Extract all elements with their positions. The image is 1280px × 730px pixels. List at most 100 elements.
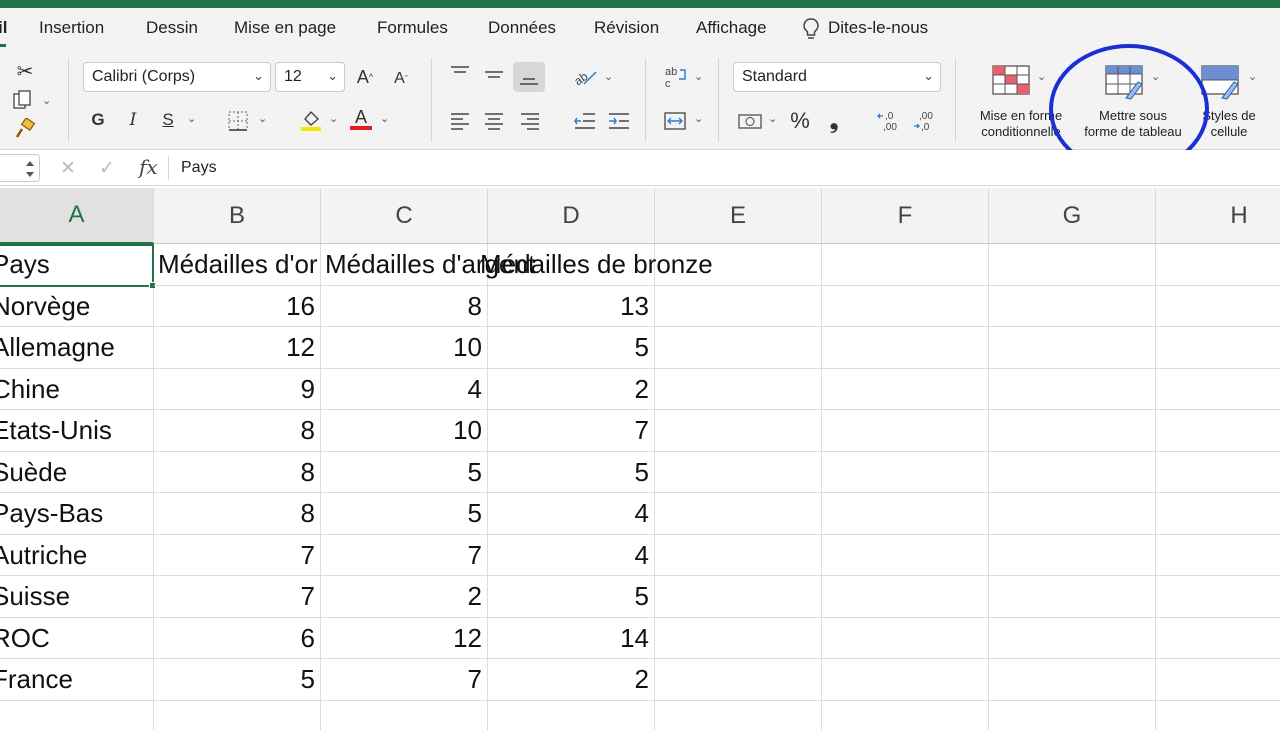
cell[interactable]: 7 — [154, 576, 321, 618]
merge-dropdown-chevron-icon[interactable]: ⌄ — [694, 112, 703, 125]
cell[interactable]: 12 — [154, 327, 321, 369]
italic-button[interactable]: I — [123, 108, 143, 132]
tab-tell-me[interactable]: Dites-le-nous — [828, 18, 928, 38]
cell[interactable]: 2 — [488, 659, 655, 701]
cell[interactable]: Médailles d'or — [154, 244, 321, 286]
cell[interactable]: 5 — [488, 576, 655, 618]
orientation-dropdown-chevron-icon[interactable]: ⌄ — [604, 70, 613, 83]
column-header-b[interactable]: B — [154, 188, 321, 244]
conditional-formatting-icon[interactable] — [991, 64, 1031, 96]
cell[interactable] — [655, 659, 822, 701]
font-color-dropdown-chevron-icon[interactable]: ⌄ — [380, 112, 389, 125]
column-header-c[interactable]: C — [321, 188, 488, 244]
column-header-f[interactable]: F — [822, 188, 989, 244]
cond-format-dropdown-chevron-icon[interactable]: ⌄ — [1037, 70, 1046, 83]
cell[interactable] — [989, 493, 1156, 535]
copy-icon[interactable] — [12, 90, 36, 112]
accounting-dropdown-chevron-icon[interactable]: ⌄ — [768, 112, 777, 125]
cut-icon[interactable]: ✂ — [14, 60, 36, 83]
cell[interactable] — [989, 700, 1156, 730]
cell[interactable] — [154, 700, 321, 730]
decrease-indent-icon[interactable] — [573, 111, 597, 131]
percent-style-button[interactable]: % — [788, 108, 812, 134]
tab-dessin[interactable]: Dessin — [146, 18, 198, 38]
cell[interactable] — [655, 576, 822, 618]
fill-color-dropdown-chevron-icon[interactable]: ⌄ — [329, 112, 338, 125]
cell[interactable] — [655, 617, 822, 659]
align-left-icon[interactable] — [449, 111, 471, 131]
cell[interactable] — [655, 327, 822, 369]
cell[interactable] — [1156, 493, 1280, 535]
cell[interactable] — [989, 451, 1156, 493]
align-middle-icon[interactable] — [483, 66, 505, 84]
cell[interactable]: Suède — [0, 451, 154, 493]
cell[interactable] — [1156, 535, 1280, 576]
cell[interactable]: 5 — [154, 659, 321, 701]
align-right-icon[interactable] — [519, 111, 541, 131]
cell[interactable]: 7 — [488, 410, 655, 452]
cell[interactable] — [655, 368, 822, 410]
font-size-select[interactable]: 12 ⌄ — [275, 62, 345, 92]
cell[interactable] — [1156, 452, 1280, 493]
cell[interactable] — [989, 327, 1156, 369]
format-as-table-icon[interactable] — [1104, 64, 1146, 100]
format-as-table-label[interactable]: Mettre sous forme de tableau — [1074, 108, 1192, 140]
cell[interactable]: 8 — [321, 285, 488, 327]
cell[interactable] — [0, 700, 154, 730]
cell[interactable]: 6 — [154, 617, 321, 659]
font-name-select[interactable]: Calibri (Corps) ⌄ — [83, 62, 271, 92]
merge-center-icon[interactable] — [663, 110, 687, 132]
cell[interactable]: 9 — [154, 368, 321, 410]
cell[interactable] — [989, 534, 1156, 576]
cell[interactable] — [321, 700, 488, 730]
copy-dropdown-chevron-icon[interactable]: ⌄ — [42, 94, 51, 107]
cell[interactable] — [1156, 244, 1280, 286]
name-box[interactable] — [0, 154, 40, 182]
borders-dropdown-chevron-icon[interactable]: ⌄ — [258, 112, 267, 125]
format-painter-icon[interactable] — [14, 118, 36, 140]
cell[interactable]: 7 — [321, 534, 488, 576]
cell[interactable]: 12 — [321, 617, 488, 659]
underline-dropdown-chevron-icon[interactable]: ⌄ — [187, 112, 196, 125]
align-center-icon[interactable] — [483, 111, 505, 131]
comma-style-button[interactable]: ❟ — [826, 108, 842, 134]
cell[interactable]: 13 — [488, 285, 655, 327]
accounting-format-icon[interactable] — [737, 111, 763, 131]
underline-button[interactable]: S — [158, 108, 178, 132]
cell[interactable]: 2 — [321, 576, 488, 618]
cell[interactable]: 2 — [488, 368, 655, 410]
cell[interactable]: 4 — [488, 493, 655, 535]
column-header-g[interactable]: G — [989, 188, 1156, 244]
wrap-text-icon[interactable]: abc — [663, 65, 689, 89]
tab-insertion[interactable]: Insertion — [39, 18, 104, 38]
format-table-dropdown-chevron-icon[interactable]: ⌄ — [1151, 70, 1160, 83]
tab-mise-en-page[interactable]: Mise en page — [234, 18, 336, 38]
tab-accueil[interactable]: il — [0, 18, 7, 38]
cell[interactable] — [989, 617, 1156, 659]
cell[interactable] — [989, 410, 1156, 452]
bold-button[interactable]: G — [88, 108, 108, 132]
cell[interactable] — [989, 659, 1156, 701]
cell[interactable]: 5 — [321, 493, 488, 535]
align-top-icon[interactable] — [449, 64, 471, 82]
fill-color-icon[interactable] — [299, 108, 323, 132]
cell[interactable]: 8 — [154, 451, 321, 493]
cell[interactable] — [655, 285, 822, 327]
tab-revision[interactable]: Révision — [594, 18, 659, 38]
cell[interactable] — [1156, 701, 1280, 730]
enter-check-icon[interactable]: ✓ — [99, 157, 115, 180]
cell[interactable] — [822, 493, 989, 535]
cell[interactable]: Etats-Unis — [0, 410, 154, 452]
cell[interactable] — [822, 451, 989, 493]
cell[interactable] — [655, 410, 822, 452]
cell[interactable]: ROC — [0, 617, 154, 659]
cell[interactable] — [1156, 286, 1280, 327]
cell[interactable] — [1156, 659, 1280, 701]
cell[interactable]: 5 — [321, 451, 488, 493]
text-orientation-icon[interactable]: ab — [572, 66, 598, 88]
align-bottom-button[interactable] — [513, 62, 545, 92]
cell[interactable] — [655, 534, 822, 576]
cell[interactable] — [822, 576, 989, 618]
decrease-decimal-icon[interactable]: ,00,0 — [912, 108, 938, 134]
name-box-stepper-icon[interactable] — [24, 158, 36, 180]
